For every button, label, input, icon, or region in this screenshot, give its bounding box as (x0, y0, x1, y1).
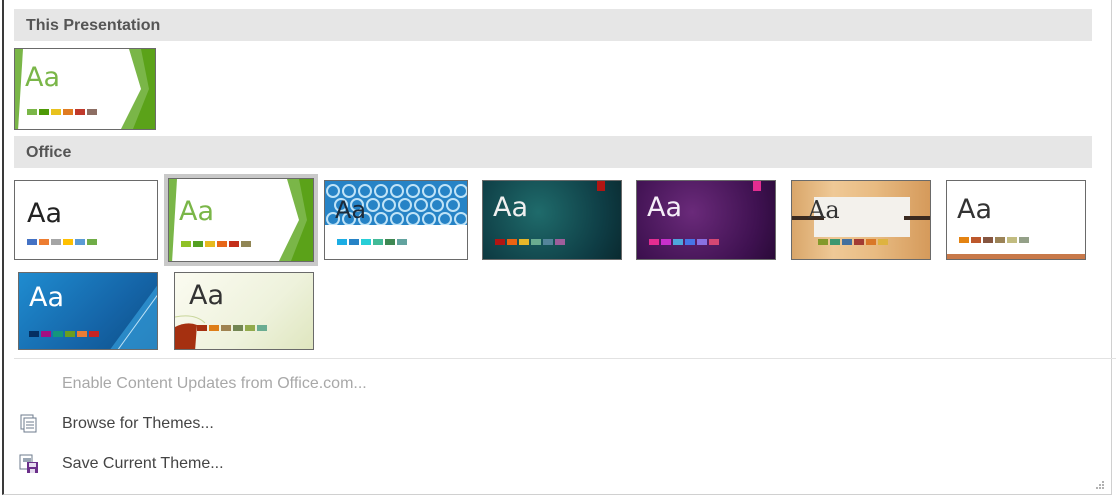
enable-content-updates-item[interactable]: Enable Content Updates from Office.com..… (14, 370, 614, 398)
section-title: Office (26, 144, 72, 161)
menu-divider (14, 358, 1116, 359)
theme-color-swatches (337, 239, 407, 245)
theme-color-swatches (27, 109, 97, 115)
browse-for-themes-label: Browse for Themes... (62, 415, 214, 432)
theme-color-swatches (959, 237, 1029, 243)
facet-decoration (279, 179, 313, 261)
theme-sample-text: Aa (29, 282, 65, 313)
accent-bar-right (904, 216, 930, 220)
theme-sample-text: Aa (27, 198, 63, 229)
section-header-this-presentation: This Presentation (14, 9, 1092, 41)
theme-sample-text: Aa (179, 196, 215, 227)
theme-sample-text: Aa (25, 62, 61, 93)
theme-thumbnail-retrospect[interactable]: Aa (946, 180, 1086, 260)
theme-sample-text: Aa (189, 280, 225, 311)
theme-thumbnail-wisp[interactable]: Aa (174, 272, 314, 350)
resize-grip-icon[interactable] (1095, 480, 1105, 490)
theme-thumbnail-ion-purple[interactable]: Aa (636, 180, 776, 260)
themes-gallery-panel: This Presentation Aa Office Aa Aa Aa Aa … (2, 0, 1116, 495)
theme-color-swatches (649, 239, 719, 245)
bottom-stripe (947, 254, 1085, 259)
save-current-theme-item[interactable]: Save Current Theme... (14, 450, 614, 478)
theme-color-swatches (27, 239, 97, 245)
theme-sample-text: Aa (957, 194, 993, 225)
accent-tab (753, 181, 761, 191)
theme-thumbnail-ion[interactable]: Aa (482, 180, 622, 260)
section-header-office: Office (14, 136, 1092, 168)
theme-sample-text: Aa (808, 196, 840, 224)
facet-decoration (121, 49, 155, 129)
theme-color-swatches (29, 331, 99, 337)
theme-thumbnail-slice[interactable]: Aa (18, 272, 158, 350)
theme-thumbnail-organic[interactable]: Aa (791, 180, 931, 260)
theme-sample-text: Aa (647, 192, 683, 223)
save-theme-icon (19, 454, 38, 473)
theme-sample-text: Aa (493, 192, 529, 223)
theme-color-swatches (818, 239, 888, 245)
theme-thumbnail-current[interactable]: Aa (14, 48, 156, 130)
accent-tab (597, 181, 605, 191)
theme-color-swatches (181, 241, 251, 247)
enable-content-updates-label: Enable Content Updates from Office.com..… (62, 375, 367, 392)
section-title: This Presentation (26, 17, 161, 34)
browse-folder-icon (20, 414, 37, 433)
theme-sample-text: Aa (335, 196, 367, 224)
save-current-theme-label: Save Current Theme... (62, 455, 224, 472)
theme-thumbnail-patterned-blue[interactable]: Aa (324, 180, 468, 260)
browse-for-themes-item[interactable]: Browse for Themes... (14, 410, 614, 438)
theme-thumbnail-facet[interactable]: Aa (168, 178, 314, 262)
theme-color-swatches (197, 325, 267, 331)
theme-color-swatches (495, 239, 565, 245)
theme-thumbnail-office-theme[interactable]: Aa (14, 180, 158, 260)
theme-thumbnail-facet-selected[interactable]: Aa (164, 174, 318, 266)
